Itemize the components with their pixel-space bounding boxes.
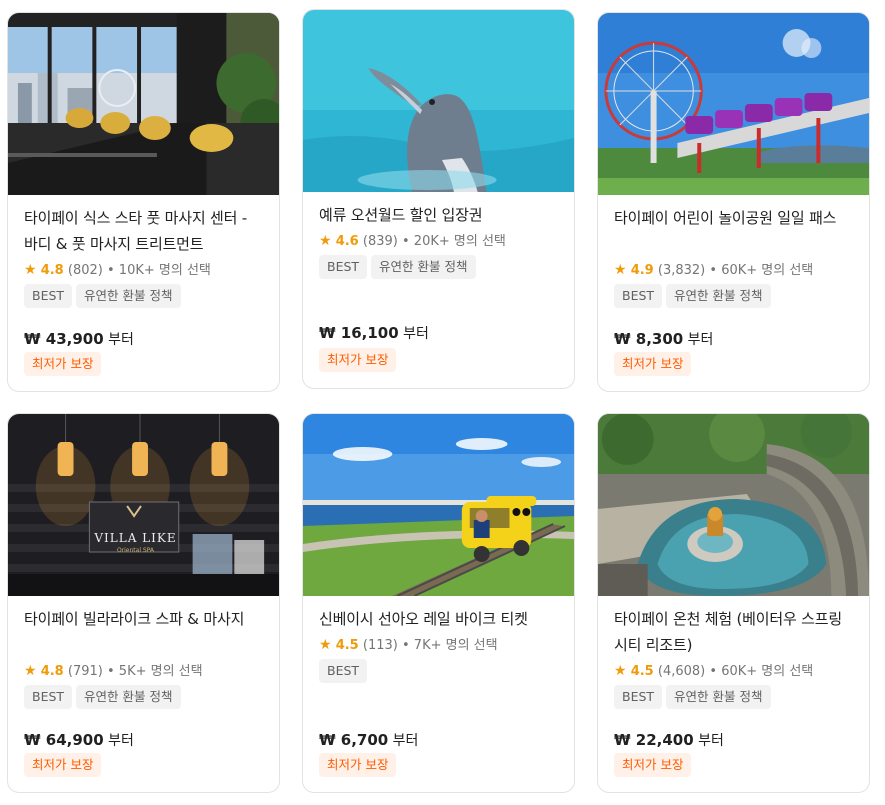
price-suffix: 부터 <box>108 733 134 749</box>
review-count: (113) <box>362 638 398 653</box>
review-count: (4,608) <box>657 664 706 679</box>
review-count: (839) <box>362 234 398 249</box>
star-icon: ★ <box>614 663 627 679</box>
dolphin-photo[interactable] <box>303 10 574 192</box>
lowest-price-badge: 최저가 보장 <box>614 753 692 777</box>
separator-dot: • <box>709 263 718 278</box>
rating-row: ★ 4.9 (3,832) • 60K+ 명의 선택 <box>614 259 853 281</box>
product-title[interactable]: 타이페이 빌라라이크 스파 & 마사지 <box>24 606 263 658</box>
price: ₩ 22,400 부터 <box>614 730 724 750</box>
price-value: ₩ 64,900 <box>24 731 104 749</box>
rail-bike-photo[interactable] <box>303 414 574 596</box>
star-icon: ★ <box>24 262 37 278</box>
tag-list: BEST 유연한 환불 정책 <box>24 685 263 709</box>
product-title[interactable]: 타이페이 어린이 놀이공원 일일 패스 <box>614 205 853 257</box>
tag-list: BEST <box>319 659 558 683</box>
rating-value: 4.9 <box>630 263 654 278</box>
price: ₩ 43,900 부터 <box>24 329 134 349</box>
product-card[interactable]: 타이페이 어린이 놀이공원 일일 패스 ★ 4.9 (3,832) • 60K+… <box>597 12 870 392</box>
spa-entrance-photo[interactable]: VILLA LIKE Oriental SPA <box>8 414 279 596</box>
lowest-price-badge: 최저가 보장 <box>24 753 102 777</box>
review-count: (3,832) <box>657 263 706 278</box>
star-icon: ★ <box>24 663 37 679</box>
separator-dot: • <box>401 638 410 653</box>
best-tag: BEST <box>614 685 663 709</box>
price-value: ₩ 43,900 <box>24 330 104 348</box>
booked-count: 7K+ 명의 선택 <box>413 638 498 653</box>
star-icon: ★ <box>614 262 627 278</box>
best-tag: BEST <box>319 255 368 279</box>
ferris-wheel-photo[interactable] <box>598 13 869 195</box>
price-suffix: 부터 <box>403 326 429 342</box>
review-count: (791) <box>67 664 103 679</box>
rating-value: 4.6 <box>335 234 359 249</box>
product-card[interactable]: 타이페이 온천 체험 (베이터우 스프링 시티 리조트) ★ 4.5 (4,60… <box>597 413 870 793</box>
rating-row: ★ 4.6 (839) • 20K+ 명의 선택 <box>319 230 558 252</box>
price-value: ₩ 22,400 <box>614 731 694 749</box>
product-title[interactable]: 타이페이 온천 체험 (베이터우 스프링 시티 리조트) <box>614 606 853 658</box>
price-suffix: 부터 <box>698 733 724 749</box>
booked-count: 10K+ 명의 선택 <box>118 263 211 278</box>
price-value: ₩ 8,300 <box>614 330 684 348</box>
product-card[interactable]: VILLA LIKE Oriental SPA 타이페이 빌라라이크 스파 & … <box>7 413 280 793</box>
product-title[interactable]: 타이페이 식스 스타 풋 마사지 센터 - 바디 & 풋 마사지 트리트먼트 <box>24 205 263 257</box>
product-card[interactable]: 타이페이 식스 스타 풋 마사지 센터 - 바디 & 풋 마사지 트리트먼트 ★… <box>7 12 280 392</box>
rating-row: ★ 4.5 (113) • 7K+ 명의 선택 <box>319 634 558 656</box>
lowest-price-badge: 최저가 보장 <box>614 352 692 376</box>
lowest-price-badge: 최저가 보장 <box>319 348 397 372</box>
tag-list: BEST 유연한 환불 정책 <box>24 284 263 308</box>
spa-logo-text: VILLA LIKE <box>94 531 177 545</box>
separator-dot: • <box>106 263 115 278</box>
tag-list: BEST 유연한 환불 정책 <box>319 255 558 279</box>
best-tag: BEST <box>614 284 663 308</box>
rating-value: 4.5 <box>335 638 359 653</box>
best-tag: BEST <box>24 685 73 709</box>
rating-value: 4.8 <box>40 263 64 278</box>
price-value: ₩ 6,700 <box>319 731 389 749</box>
booked-count: 60K+ 명의 선택 <box>721 263 814 278</box>
product-card[interactable]: 신베이시 선아오 레일 바이크 티켓 ★ 4.5 (113) • 7K+ 명의 … <box>302 413 575 793</box>
product-title[interactable]: 신베이시 선아오 레일 바이크 티켓 <box>319 606 558 632</box>
best-tag: BEST <box>24 284 73 308</box>
lowest-price-badge: 최저가 보장 <box>319 753 397 777</box>
rating-row: ★ 4.8 (802) • 10K+ 명의 선택 <box>24 259 263 281</box>
best-tag: BEST <box>319 659 368 683</box>
refund-policy-tag: 유연한 환불 정책 <box>666 685 771 709</box>
spa-logo-subtext: Oriental SPA <box>116 547 155 554</box>
booked-count: 5K+ 명의 선택 <box>118 664 203 679</box>
rating-value: 4.8 <box>40 664 64 679</box>
refund-policy-tag: 유연한 환불 정책 <box>666 284 771 308</box>
booked-count: 20K+ 명의 선택 <box>413 234 506 249</box>
tag-list: BEST 유연한 환불 정책 <box>614 284 853 308</box>
refund-policy-tag: 유연한 환불 정책 <box>76 284 181 308</box>
lowest-price-badge: 최저가 보장 <box>24 352 102 376</box>
hot-spring-pool-photo[interactable] <box>598 414 869 596</box>
star-icon: ★ <box>319 233 332 249</box>
separator-dot: • <box>709 664 718 679</box>
product-card[interactable]: 예류 오션월드 할인 입장권 ★ 4.6 (839) • 20K+ 명의 선택 … <box>302 9 575 389</box>
refund-policy-tag: 유연한 환불 정책 <box>371 255 476 279</box>
rating-value: 4.5 <box>630 664 654 679</box>
product-title[interactable]: 예류 오션월드 할인 입장권 <box>319 202 558 228</box>
price: ₩ 16,100 부터 <box>319 323 429 343</box>
price-value: ₩ 16,100 <box>319 324 399 342</box>
refund-policy-tag: 유연한 환불 정책 <box>76 685 181 709</box>
price-suffix: 부터 <box>108 332 134 348</box>
star-icon: ★ <box>319 637 332 653</box>
price: ₩ 6,700 부터 <box>319 730 418 750</box>
booked-count: 60K+ 명의 선택 <box>721 664 814 679</box>
rating-row: ★ 4.8 (791) • 5K+ 명의 선택 <box>24 660 263 682</box>
foot-massage-lounge-photo[interactable] <box>8 13 279 195</box>
price: ₩ 64,900 부터 <box>24 730 134 750</box>
review-count: (802) <box>67 263 103 278</box>
tag-list: BEST 유연한 환불 정책 <box>614 685 853 709</box>
price-suffix: 부터 <box>687 332 714 348</box>
price-suffix: 부터 <box>392 733 419 749</box>
price: ₩ 8,300 부터 <box>614 329 713 349</box>
rating-row: ★ 4.5 (4,608) • 60K+ 명의 선택 <box>614 660 853 682</box>
separator-dot: • <box>106 664 115 679</box>
separator-dot: • <box>401 234 410 249</box>
